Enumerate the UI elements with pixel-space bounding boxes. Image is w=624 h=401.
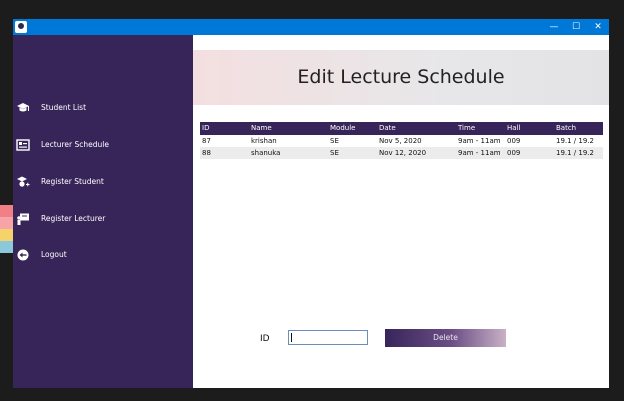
table-row[interactable]: 87 krishan SE Nov 5, 2020 9am - 11am 009… bbox=[200, 135, 603, 147]
table-cell: 87 bbox=[202, 137, 211, 145]
column-header-time[interactable]: Time bbox=[458, 122, 475, 135]
sidebar-item-label: Student List bbox=[41, 103, 87, 112]
sidebar-item-label: Register Lecturer bbox=[41, 214, 106, 223]
table-cell: 19.1 / 19.2 bbox=[556, 137, 594, 145]
table-cell: 9am - 11am bbox=[458, 149, 501, 157]
register-student-icon bbox=[17, 176, 30, 187]
minimize-button[interactable]: — bbox=[543, 19, 565, 35]
sidebar-item-label: Logout bbox=[41, 250, 67, 259]
close-button[interactable]: ✕ bbox=[587, 19, 609, 35]
desktop-strip-pink bbox=[0, 217, 13, 229]
app-icon bbox=[15, 21, 27, 33]
column-header-hall[interactable]: Hall bbox=[507, 122, 520, 135]
schedule-table: ID Name Module Date Time Hall Batch 87 k… bbox=[200, 122, 603, 159]
table-header-row: ID Name Module Date Time Hall Batch bbox=[200, 122, 603, 135]
table-cell: Nov 12, 2020 bbox=[379, 149, 427, 157]
table-cell: 9am - 11am bbox=[458, 137, 501, 145]
register-lecturer-icon bbox=[17, 213, 29, 225]
sidebar-item-register-lecturer[interactable]: Register Lecturer bbox=[13, 208, 193, 230]
title-bar[interactable]: — ☐ ✕ bbox=[13, 19, 609, 35]
graduation-cap-icon bbox=[17, 103, 29, 112]
sidebar-item-logout[interactable]: Logout bbox=[13, 244, 193, 266]
id-label: ID bbox=[260, 334, 270, 344]
desktop-strip-blue bbox=[0, 241, 13, 253]
sidebar-item-lecturer-schedule[interactable]: Lecturer Schedule bbox=[13, 134, 193, 156]
table-cell: Nov 5, 2020 bbox=[379, 137, 422, 145]
column-header-name[interactable]: Name bbox=[251, 122, 272, 135]
sidebar-item-student-list[interactable]: Student List bbox=[13, 97, 193, 119]
table-cell: shanuka bbox=[251, 149, 281, 157]
column-header-id[interactable]: ID bbox=[202, 122, 209, 135]
page-header: Edit Lecture Schedule bbox=[193, 50, 609, 105]
column-header-module[interactable]: Module bbox=[330, 122, 355, 135]
table-cell: krishan bbox=[251, 137, 277, 145]
desktop-strip-red bbox=[0, 205, 13, 217]
app-window: — ☐ ✕ Student List Lecturer Schedule Reg… bbox=[13, 19, 609, 388]
schedule-board-icon bbox=[16, 139, 30, 151]
page-title: Edit Lecture Schedule bbox=[297, 66, 505, 88]
table-cell: SE bbox=[330, 137, 339, 145]
delete-button[interactable]: Delete bbox=[385, 329, 506, 347]
table-row[interactable]: 88 shanuka SE Nov 12, 2020 9am - 11am 00… bbox=[200, 147, 603, 159]
logout-icon bbox=[17, 249, 29, 261]
table-cell: 19.1 / 19.2 bbox=[556, 149, 594, 157]
desktop-strip-yellow bbox=[0, 229, 13, 241]
column-header-date[interactable]: Date bbox=[379, 122, 396, 135]
table-cell: 009 bbox=[507, 149, 521, 157]
id-input[interactable] bbox=[288, 330, 368, 345]
maximize-button[interactable]: ☐ bbox=[565, 19, 587, 35]
table-cell: 009 bbox=[507, 137, 521, 145]
sidebar-item-label: Lecturer Schedule bbox=[41, 140, 109, 149]
text-caret bbox=[291, 333, 292, 342]
sidebar-item-register-student[interactable]: Register Student bbox=[13, 171, 193, 193]
sidebar-item-label: Register Student bbox=[41, 177, 104, 186]
main-panel: Edit Lecture Schedule ID Name Module Dat… bbox=[193, 35, 609, 388]
table-cell: 88 bbox=[202, 149, 211, 157]
sidebar: Student List Lecturer Schedule Register … bbox=[13, 35, 193, 388]
table-cell: SE bbox=[330, 149, 339, 157]
column-header-batch[interactable]: Batch bbox=[556, 122, 576, 135]
